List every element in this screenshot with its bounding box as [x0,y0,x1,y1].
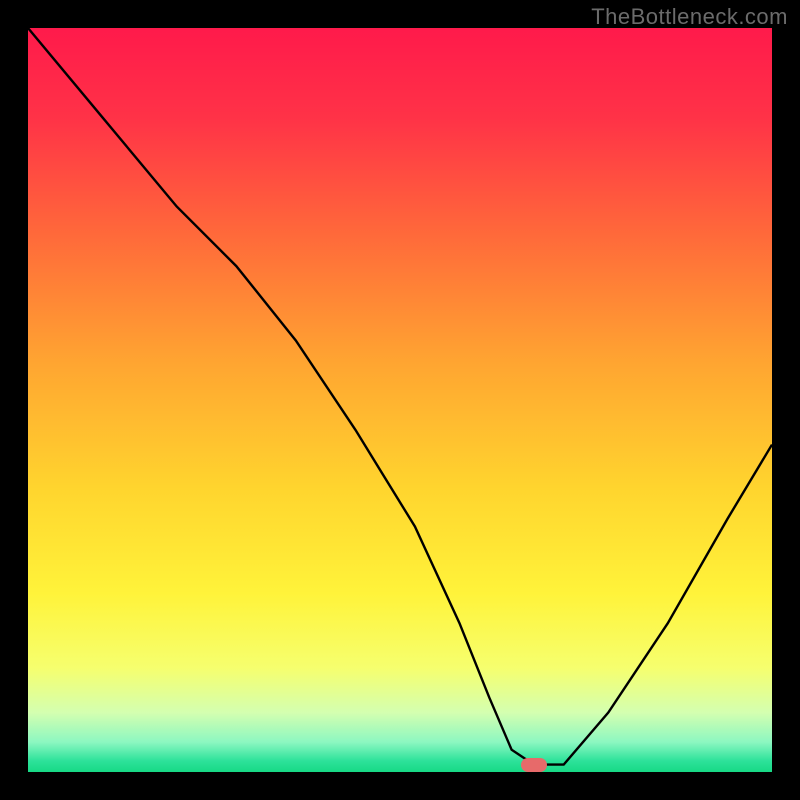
plot-area [28,28,772,772]
minimum-marker [521,758,547,772]
watermark-text: TheBottleneck.com [591,4,788,30]
chart-frame: TheBottleneck.com [0,0,800,800]
bottleneck-curve [28,28,772,772]
